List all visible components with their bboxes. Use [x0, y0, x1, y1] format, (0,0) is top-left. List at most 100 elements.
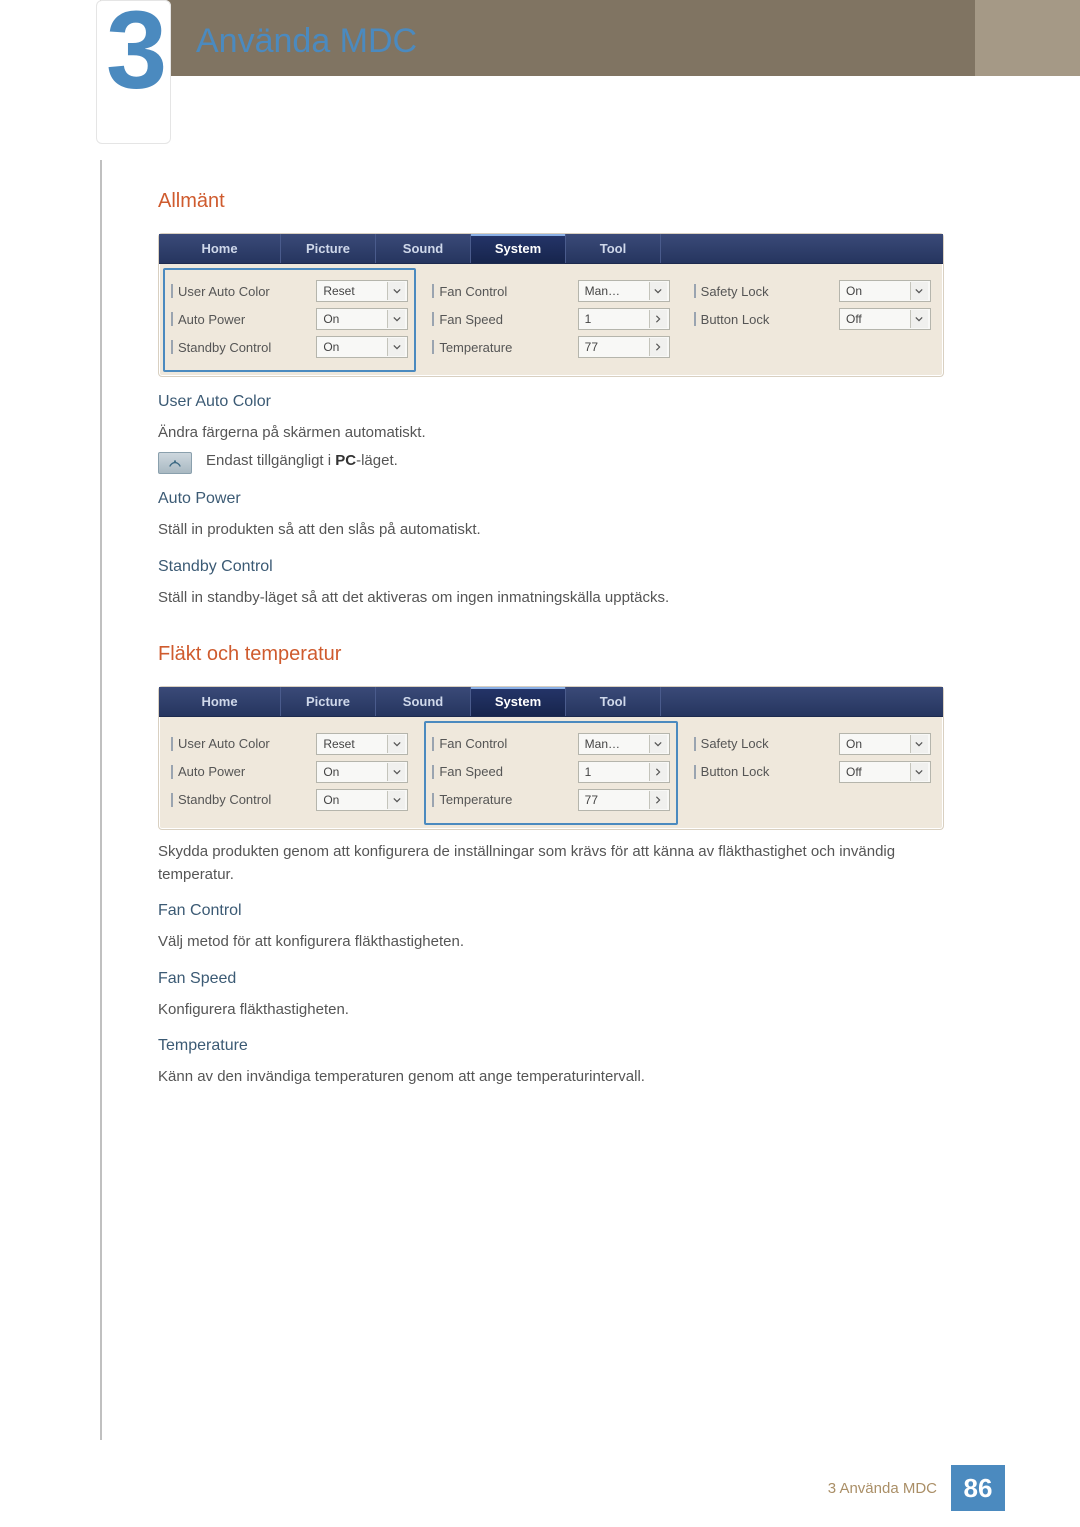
tab-tool[interactable]: Tool: [566, 234, 661, 263]
auto-power-select[interactable]: On: [316, 761, 408, 783]
chapter-number: 3: [106, 0, 162, 106]
fan-speed-value: 1: [585, 765, 592, 779]
col-general: User Auto Color Reset Auto Power On Standb…: [163, 268, 416, 372]
tab-home[interactable]: Home: [159, 234, 281, 263]
temperature-value: 77: [585, 793, 598, 807]
caret-icon: [910, 310, 928, 328]
caret-icon: [910, 282, 928, 300]
p-temperature: Känn av den invändiga temperaturen genom…: [158, 1065, 944, 1088]
tab-picture[interactable]: Picture: [281, 687, 376, 716]
h-fan-speed: Fan Speed: [158, 970, 944, 988]
fan-control-select[interactable]: Man…: [578, 280, 670, 302]
page-number: 86: [951, 1465, 1005, 1511]
caret-icon: [910, 735, 928, 753]
auto-power-value: On: [323, 765, 339, 779]
caret-icon: [387, 791, 405, 809]
chevron-right-icon: [649, 338, 667, 356]
chevron-right-icon: [649, 310, 667, 328]
user-auto-color-value: Reset: [323, 737, 354, 751]
header-cutout: [0, 0, 100, 76]
caret-icon: [649, 282, 667, 300]
button-lock-value: Off: [846, 765, 862, 779]
col-fan: Fan Control Man… Fan Speed 1 Temperature 77: [420, 264, 681, 376]
col-locks: Safety LockOn Button LockOff: [682, 717, 943, 829]
caret-icon: [910, 763, 928, 781]
chapter-title-text: Använda MDC: [196, 22, 417, 60]
fan-control-value: Man…: [585, 284, 620, 298]
label-safety-lock: Safety Lock: [694, 284, 769, 299]
safety-lock-select[interactable]: On: [839, 733, 931, 755]
auto-power-select[interactable]: On: [316, 308, 408, 330]
p-fan-speed: Konfigurera fläkthastigheten.: [158, 998, 944, 1021]
col-locks: Safety Lock On Button Lock Off: [682, 264, 943, 376]
chevron-right-icon: [649, 791, 667, 809]
p-standby-control: Ställ in standby-läget så att det aktive…: [158, 586, 944, 609]
p-fan-intro: Skydda produkten genom att konfigurera d…: [158, 840, 944, 887]
label-standby-control: Standby Control: [171, 340, 271, 355]
fan-speed-stepper[interactable]: 1: [578, 308, 670, 330]
chapter-title: Använda MDC: [196, 22, 417, 61]
tab-picture[interactable]: Picture: [281, 234, 376, 263]
label-button-lock: Button Lock: [694, 312, 770, 327]
p-auto-power: Ställ in produkten så att den slås på au…: [158, 518, 944, 541]
col-general: User Auto ColorReset Auto PowerOn Standb…: [159, 717, 420, 829]
caret-icon: [387, 282, 405, 300]
caret-icon: [387, 763, 405, 781]
button-lock-select[interactable]: Off: [839, 761, 931, 783]
tab-sound[interactable]: Sound: [376, 687, 471, 716]
caret-icon: [387, 310, 405, 328]
h-standby-control: Standby Control: [158, 558, 944, 576]
p-fan-control: Välj metod för att konfigurera fläkthast…: [158, 930, 944, 953]
button-lock-select[interactable]: Off: [839, 308, 931, 330]
fan-speed-stepper[interactable]: 1: [578, 761, 670, 783]
user-auto-color-select[interactable]: Reset: [316, 733, 408, 755]
standby-control-select[interactable]: On: [316, 336, 408, 358]
tabs-row: Home Picture Sound System Tool: [159, 687, 943, 717]
label-auto-power: Auto Power: [171, 312, 245, 327]
section-title-fan: Fläkt och temperatur: [158, 643, 944, 666]
caret-icon: [387, 735, 405, 753]
standby-control-select[interactable]: On: [316, 789, 408, 811]
chevron-right-icon: [649, 763, 667, 781]
tab-system[interactable]: System: [471, 234, 566, 263]
user-auto-color-select[interactable]: Reset: [316, 280, 408, 302]
p-user-auto-color: Ändra färgerna på skärmen automatiskt.: [158, 421, 944, 444]
settings-panel-1: Home Picture Sound System Tool User Auto…: [158, 233, 944, 377]
col-fan: Fan Control Man… Fan Speed 1 Temperature 77: [424, 721, 677, 825]
label-temperature: Temperature: [432, 340, 512, 355]
fan-speed-value: 1: [585, 312, 592, 326]
h-temperature: Temperature: [158, 1037, 944, 1055]
label-fan-control: Fan Control: [432, 736, 507, 751]
label-temperature: Temperature: [432, 792, 512, 807]
auto-power-value: On: [323, 312, 339, 326]
note-text: Endast tillgängligt i PC-läget.: [206, 452, 398, 469]
fan-control-select[interactable]: Man…: [578, 733, 670, 755]
label-user-auto-color: User Auto Color: [171, 736, 270, 751]
tab-system[interactable]: System: [471, 687, 566, 716]
note-bold: PC: [335, 452, 356, 469]
label-fan-control: Fan Control: [432, 284, 507, 299]
side-rule: [100, 160, 102, 1440]
safety-lock-select[interactable]: On: [839, 280, 931, 302]
chapter-number-box: 3: [96, 0, 171, 144]
label-button-lock: Button Lock: [694, 764, 770, 779]
safety-lock-value: On: [846, 284, 862, 298]
tab-home[interactable]: Home: [159, 687, 281, 716]
label-fan-speed: Fan Speed: [432, 312, 503, 327]
tab-sound[interactable]: Sound: [376, 234, 471, 263]
label-fan-speed: Fan Speed: [432, 764, 503, 779]
h-fan-control: Fan Control: [158, 902, 944, 920]
user-auto-color-value: Reset: [323, 284, 354, 298]
standby-control-value: On: [323, 793, 339, 807]
footer-text: 3 Använda MDC: [828, 1480, 937, 1497]
temperature-stepper[interactable]: 77: [578, 336, 670, 358]
settings-panel-2: Home Picture Sound System Tool User Auto…: [158, 686, 944, 830]
label-standby-control: Standby Control: [171, 792, 271, 807]
h-auto-power: Auto Power: [158, 490, 944, 508]
tab-tool[interactable]: Tool: [566, 687, 661, 716]
temperature-value: 77: [585, 340, 598, 354]
temperature-stepper[interactable]: 77: [578, 789, 670, 811]
tabs-row: Home Picture Sound System Tool: [159, 234, 943, 264]
caret-icon: [649, 735, 667, 753]
label-user-auto-color: User Auto Color: [171, 284, 270, 299]
